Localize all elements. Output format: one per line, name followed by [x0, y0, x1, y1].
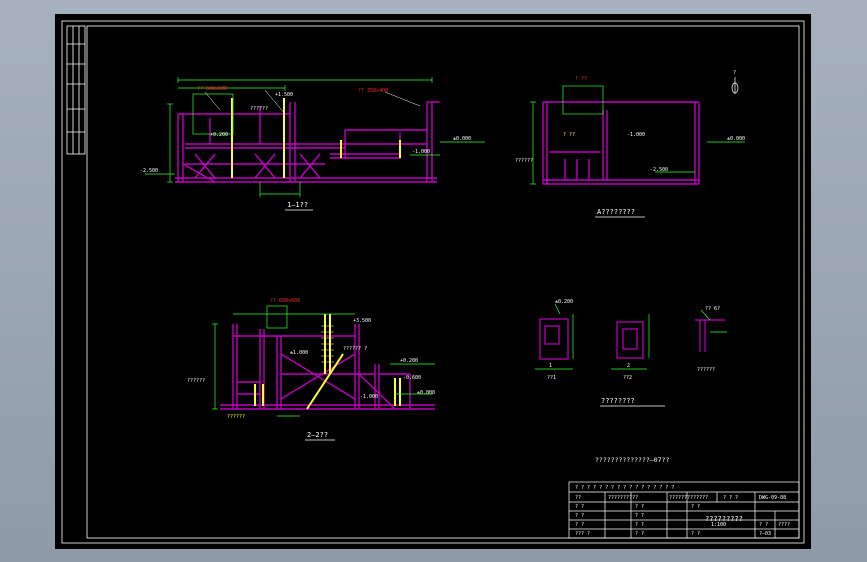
- cad-viewport[interactable]: ?? 350x400 ?? 600x600 ?????? -2.500 ±0.0…: [55, 14, 811, 549]
- s2-dim-zero: ±0.000: [727, 136, 745, 142]
- s1-dim-top: +1.500: [275, 92, 293, 98]
- tb-r4-c4: ? ?: [759, 522, 768, 528]
- detail-1-label: 1: [549, 363, 552, 369]
- tb-header: ? ? ? ? ? ? ? ? ? ? ? ? ? ? ? ? ?: [575, 485, 674, 491]
- s3-note-1: ?? 600x600: [270, 298, 300, 304]
- tb-r2-c3: ? ?: [691, 504, 700, 510]
- s3-dim-top: +3.500: [353, 318, 371, 324]
- s2-note-1: ? ??: [575, 76, 587, 82]
- tb-r1-c3: ?????????????: [669, 495, 708, 501]
- north-label: ?: [733, 70, 736, 76]
- section-2-2[interactable]: ?? 600x600 ?????? ?????? ? ?????? +3.500…: [187, 298, 435, 441]
- tb-r1-c5: DWG-09-08: [759, 495, 786, 501]
- inner-border: [86, 25, 800, 539]
- tb-r2-c1: ? ?: [575, 504, 584, 510]
- tb-r5-c2: ? ?: [635, 531, 644, 537]
- detail-dim-2: ?? 6?: [705, 306, 720, 312]
- s1-note-2: ?? 600x600: [197, 86, 227, 92]
- binding-strip: [66, 25, 86, 155]
- tb-r3-c1: ? ?: [575, 513, 584, 519]
- s3-note-4: ??????: [227, 414, 245, 420]
- tb-r4-c5: ????: [778, 522, 790, 528]
- detail-3-title: ??????: [697, 367, 715, 373]
- section-2-2-title: 2—2??: [307, 431, 328, 439]
- tb-sheet-no: ?—03: [759, 531, 771, 537]
- details-group[interactable]: 1 ??1 2 ??2 ?????? ±0.200 ?? 6? ????????: [535, 299, 727, 407]
- tb-r1-c4: ? ? ?: [723, 495, 738, 501]
- s3-dim-zero: ±0.000: [417, 390, 435, 396]
- s1-dim-left: -2.500: [140, 168, 158, 174]
- tb-r4-c2: ? ?: [635, 522, 644, 528]
- tb-r1-c2: ??????????: [608, 495, 638, 501]
- s1-dim-mid: +0.200: [210, 132, 228, 138]
- section-1-1-title: 1—1??: [287, 201, 308, 209]
- sheet-frame: [61, 20, 805, 544]
- details-title: ????????: [601, 397, 635, 405]
- detail-1-title: ??1: [547, 375, 556, 381]
- s1-note-1: ?? 350x400: [358, 88, 388, 94]
- detail-2-title: ??2: [623, 375, 632, 381]
- s1-dim-channel: -1.000: [412, 149, 430, 155]
- s2-dim-mid: -1.000: [627, 132, 645, 138]
- s3-note-3: ?????? ?: [343, 346, 367, 352]
- tb-scale: 1:100: [711, 522, 726, 528]
- section-a[interactable]: ? ?? ? ?? ?????? ±0.000 -2.500 -1.000 ? …: [515, 70, 745, 218]
- tb-r2-c2: ? ?: [635, 504, 644, 510]
- section-a-title: A????????: [597, 208, 635, 216]
- s1-note-3: ??????: [250, 106, 268, 112]
- north-arrow-icon: [731, 77, 739, 94]
- tb-r3-c2: ? ?: [635, 513, 644, 519]
- detail-2-label: 2: [627, 363, 630, 369]
- s3-dim-bottom: -1.000: [360, 394, 378, 400]
- tb-r1-c1: ??: [575, 495, 581, 501]
- s3-dim-mid: ±1.000: [290, 350, 308, 356]
- s3-dim-low: -0.600: [403, 375, 421, 381]
- general-note: ??????????????—07??: [595, 456, 669, 464]
- s2-dim-bottom: -2.500: [650, 167, 668, 173]
- tb-r5-c1: ??? ?: [575, 531, 590, 537]
- tb-r4-c1: ? ?: [575, 522, 584, 528]
- drawing-sheet[interactable]: ?? 350x400 ?? 600x600 ?????? -2.500 ±0.0…: [55, 14, 811, 549]
- outer-border: [61, 20, 805, 544]
- detail-dim-1: ±0.200: [555, 299, 573, 305]
- s3-note-2: ??????: [187, 378, 205, 384]
- tb-r5-c3: ? ?: [691, 531, 700, 537]
- section-1-1[interactable]: ?? 350x400 ?? 600x600 ?????? -2.500 ±0.0…: [140, 77, 485, 211]
- s2-note-2: ? ??: [563, 132, 575, 138]
- s1-dim-zero: ±0.000: [453, 136, 471, 142]
- s2-note-3: ??????: [515, 158, 533, 164]
- s3-dim-right: +0.200: [400, 358, 418, 364]
